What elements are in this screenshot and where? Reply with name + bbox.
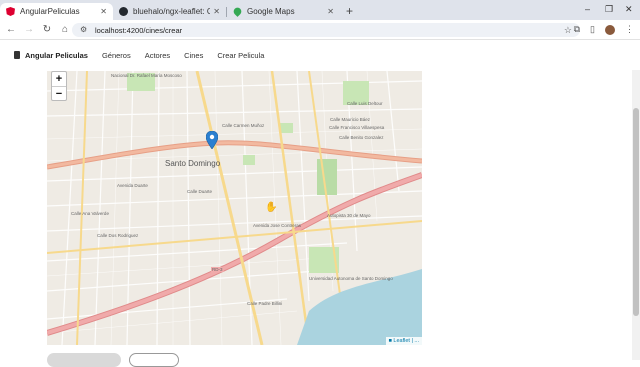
- map-label: Calle Dos Rodriguez: [97, 233, 139, 238]
- movie-icon: [14, 51, 20, 59]
- app-navbar: Angular Peliculas Géneros Actores Cines …: [0, 41, 640, 69]
- map-label: Calle Padre Billini: [247, 301, 283, 306]
- brand-label: Angular Peliculas: [25, 50, 88, 60]
- tab-strip: AngularPeliculas ✕ bluehalo/ngx-leaflet:…: [0, 0, 640, 20]
- tab-ngx-leaflet[interactable]: bluehalo/ngx-leaflet: Core Leafl... ✕: [113, 3, 226, 20]
- map-label: Universidad Autonoma de Santo Domingo: [309, 276, 393, 281]
- reload-icon[interactable]: ↻: [40, 24, 54, 35]
- map-label: Calle Carmen Muñoz: [222, 123, 265, 128]
- map-label: RD-3: [211, 267, 224, 272]
- close-tab-icon[interactable]: ✕: [100, 7, 107, 16]
- map-label: Autopista 30 de Mayo: [327, 213, 371, 218]
- profile-avatar[interactable]: [605, 24, 615, 35]
- map-tiles: [47, 71, 422, 345]
- map-label: Calle Francisco Villaespesa: [329, 125, 385, 130]
- secondary-button[interactable]: [129, 353, 179, 367]
- map-label: Avenida Jose Contreras: [253, 223, 301, 228]
- nav-link-crear-pelicula[interactable]: Crear Pelicula: [217, 51, 264, 60]
- nav-link-cines[interactable]: Cines: [184, 51, 203, 60]
- close-tab-icon[interactable]: ✕: [213, 7, 220, 16]
- map-label: Calle Ana Valverde: [71, 211, 109, 216]
- forward-icon[interactable]: →: [22, 24, 36, 35]
- leaflet-attribution[interactable]: ■ Leaflet | ...: [385, 337, 422, 345]
- page-scrollbar[interactable]: [632, 70, 640, 360]
- map-label: Calle Mauricio Báez: [330, 117, 371, 122]
- extensions-icon[interactable]: ⧉: [574, 24, 580, 35]
- github-icon: [119, 7, 128, 16]
- map-label: Avenida Duarte: [117, 183, 148, 188]
- nav-link-generos[interactable]: Géneros: [102, 51, 131, 60]
- zoom-in-button[interactable]: +: [52, 72, 66, 86]
- angular-icon: [6, 7, 15, 16]
- grab-cursor-icon: ✋: [265, 202, 278, 213]
- bookmark-star-icon[interactable]: ☆: [564, 25, 572, 36]
- address-bar[interactable]: ⚙ localhost:4200/cines/crear ☆: [72, 23, 580, 37]
- tab-google-maps[interactable]: Google Maps ✕: [227, 3, 340, 20]
- city-label: Santo Domingo: [165, 159, 221, 168]
- new-tab-button[interactable]: +: [346, 4, 353, 18]
- zoom-control: + −: [51, 71, 67, 101]
- google-maps-icon: [232, 6, 243, 17]
- brand-link[interactable]: Angular Peliculas: [14, 51, 88, 60]
- url-text: localhost:4200/cines/crear: [95, 25, 183, 35]
- site-info-icon[interactable]: ⚙: [80, 26, 88, 34]
- tab-title: Google Maps: [247, 7, 295, 16]
- map-label: Calle Duarte: [187, 189, 213, 194]
- minimize-button[interactable]: –: [585, 4, 590, 14]
- close-tab-icon[interactable]: ✕: [327, 7, 334, 16]
- home-icon[interactable]: ⌂: [58, 24, 72, 35]
- map-label: Calle Benito Gonzalez: [339, 135, 384, 140]
- nav-link-actores[interactable]: Actores: [145, 51, 170, 60]
- maximize-button[interactable]: ❐: [605, 4, 613, 15]
- tab-angularpeliculas[interactable]: AngularPeliculas ✕: [0, 3, 113, 20]
- scrollbar-thumb[interactable]: [633, 108, 639, 316]
- browser-toolbar: ← → ↻ ⌂ ⚙ localhost:4200/cines/crear ☆ ⧉…: [0, 20, 640, 40]
- tab-title: bluehalo/ngx-leaflet: Core Leafl...: [133, 7, 211, 16]
- tab-title: AngularPeliculas: [20, 7, 80, 16]
- map-label: Calle Luis Deltour: [347, 101, 383, 106]
- zoom-out-button[interactable]: −: [52, 86, 66, 100]
- map-marker-pin[interactable]: [206, 131, 218, 149]
- leaflet-map[interactable]: + − Nacional Dr. Rafael María Moscoso Ca…: [47, 71, 422, 345]
- menu-kebab-icon[interactable]: ⋮: [625, 24, 634, 35]
- back-icon[interactable]: ←: [4, 24, 18, 35]
- sidepanel-icon[interactable]: ▯: [590, 24, 595, 35]
- primary-button[interactable]: [47, 353, 121, 367]
- map-label: Nacional Dr. Rafael María Moscoso: [111, 73, 182, 78]
- close-window-button[interactable]: ✕: [625, 4, 633, 15]
